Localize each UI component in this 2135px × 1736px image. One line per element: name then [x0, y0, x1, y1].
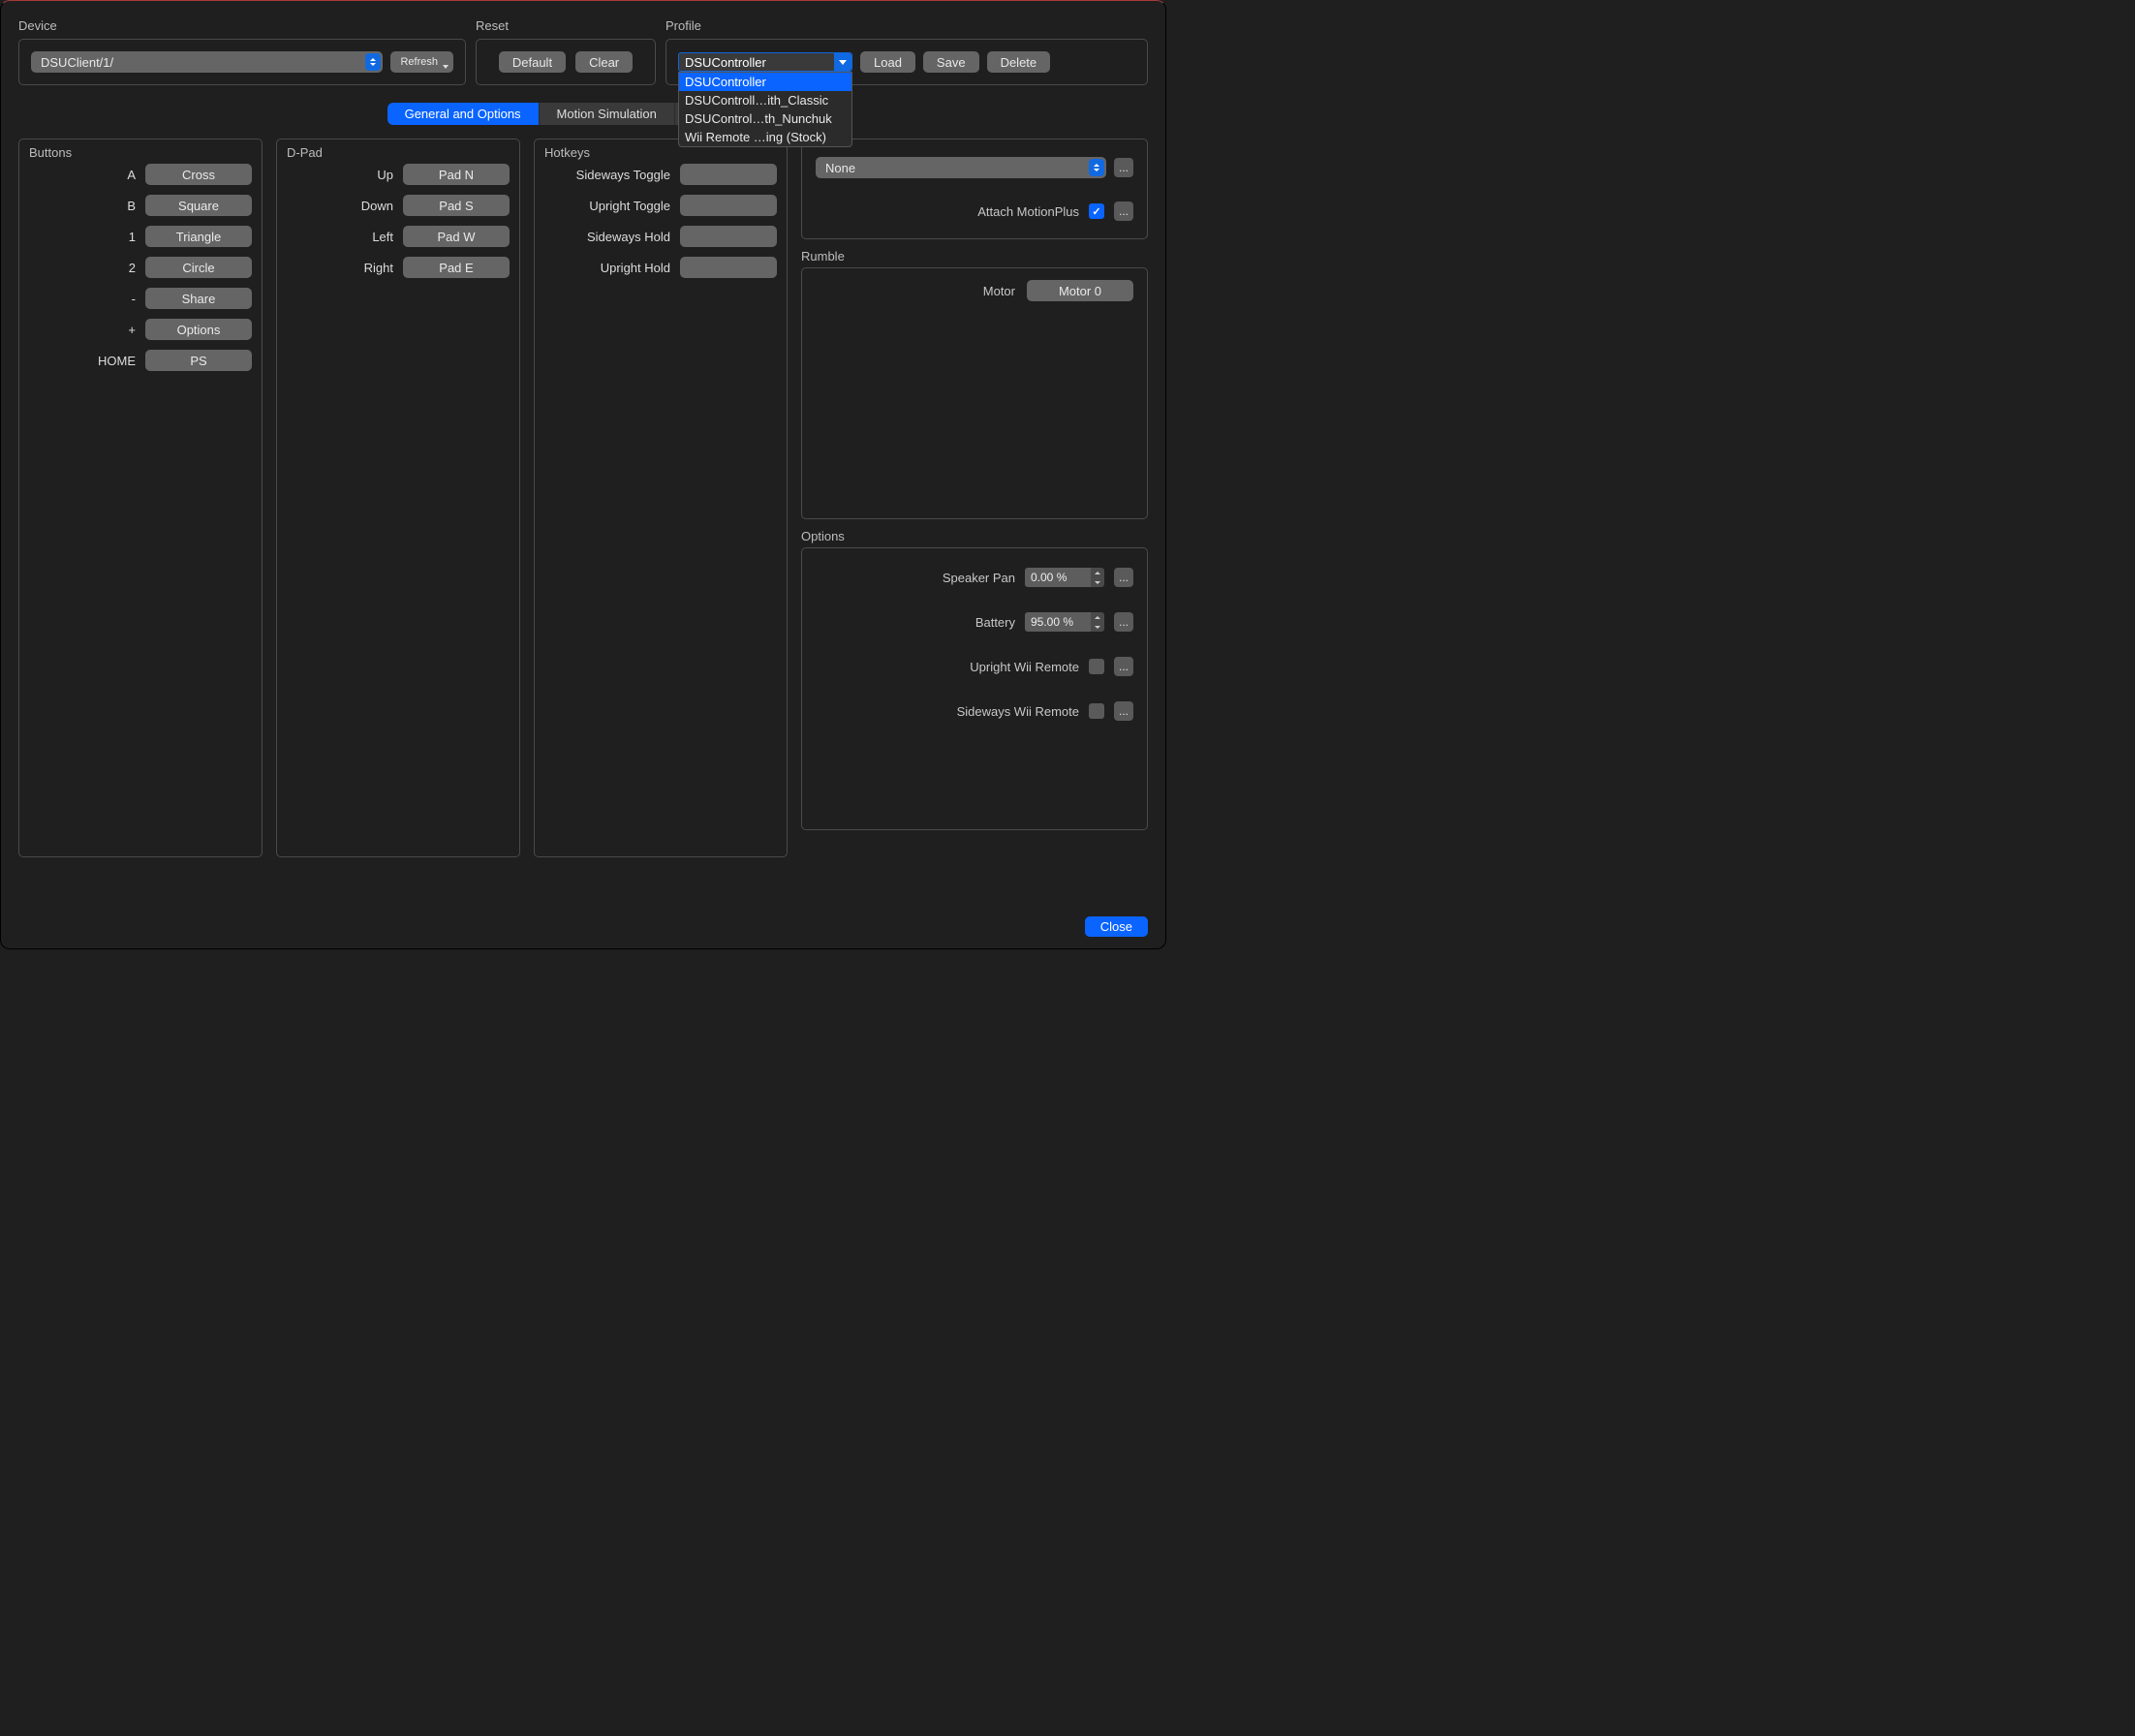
rumble-title: Rumble — [801, 249, 1148, 264]
btn-home-label: HOME — [98, 354, 136, 368]
btn-2-map[interactable]: Circle — [145, 257, 252, 278]
attach-motionplus-label: Attach MotionPlus — [977, 204, 1079, 219]
hk-upright-toggle-map[interactable] — [680, 195, 777, 216]
device-select[interactable]: DSUClient/1/ — [31, 51, 383, 73]
btn-plus-label: + — [128, 323, 136, 337]
device-label: Device — [18, 18, 466, 33]
dpad-down-map[interactable]: Pad S — [403, 195, 510, 216]
device-select-value: DSUClient/1/ — [41, 55, 113, 70]
dpad-title: D-Pad — [287, 145, 510, 160]
hk-sideways-toggle-map[interactable] — [680, 164, 777, 185]
hk-upright-toggle-label: Upright Toggle — [589, 199, 670, 213]
hk-sideways-hold-map[interactable] — [680, 226, 777, 247]
hk-sideways-hold-label: Sideways Hold — [587, 230, 670, 244]
extension-select[interactable]: None — [816, 157, 1106, 178]
chevron-icon — [365, 53, 381, 71]
motor-label: Motor — [983, 284, 1015, 298]
options-title: Options — [801, 529, 1148, 543]
hotkeys-title: Hotkeys — [544, 145, 777, 160]
save-button[interactable]: Save — [923, 51, 979, 73]
btn-b-label: B — [127, 199, 136, 213]
sideways-wii-checkbox[interactable] — [1089, 703, 1104, 719]
tab-motion-sim[interactable]: Motion Simulation — [540, 103, 675, 125]
dpad-right-map[interactable]: Pad E — [403, 257, 510, 278]
default-button[interactable]: Default — [499, 51, 566, 73]
btn-1-map[interactable]: Triangle — [145, 226, 252, 247]
btn-2-label: 2 — [129, 261, 136, 275]
extension-more-button[interactable]: ... — [1114, 158, 1133, 177]
speaker-pan-spinner[interactable] — [1025, 568, 1104, 587]
hk-upright-hold-map[interactable] — [680, 257, 777, 278]
speaker-pan-input[interactable] — [1025, 568, 1091, 587]
dpad-down-label: Down — [361, 199, 393, 213]
btn-minus-label: - — [132, 292, 136, 306]
dpad-left-label: Left — [372, 230, 393, 244]
motor-map[interactable]: Motor 0 — [1027, 280, 1133, 301]
profile-combobox[interactable]: DSUController — [678, 52, 852, 72]
profile-label: Profile — [665, 18, 1148, 33]
btn-b-map[interactable]: Square — [145, 195, 252, 216]
btn-1-label: 1 — [129, 230, 136, 244]
profile-dropdown: DSUController DSUControll…ith_Classic DS… — [678, 72, 852, 147]
btn-a-label: A — [127, 168, 136, 182]
clear-button[interactable]: Clear — [575, 51, 633, 73]
chevron-down-icon — [834, 53, 851, 71]
upright-wii-more-button[interactable]: ... — [1114, 657, 1133, 676]
hk-sideways-toggle-label: Sideways Toggle — [576, 168, 670, 182]
delete-button[interactable]: Delete — [987, 51, 1051, 73]
upright-wii-checkbox[interactable] — [1089, 659, 1104, 674]
btn-a-map[interactable]: Cross — [145, 164, 252, 185]
buttons-title: Buttons — [29, 145, 252, 160]
reset-label: Reset — [476, 18, 656, 33]
dpad-up-map[interactable]: Pad N — [403, 164, 510, 185]
battery-more-button[interactable]: ... — [1114, 612, 1133, 632]
dpad-left-map[interactable]: Pad W — [403, 226, 510, 247]
stepper-icon[interactable] — [1091, 612, 1104, 632]
attach-motionplus-more-button[interactable]: ... — [1114, 202, 1133, 221]
dpad-up-label: Up — [377, 168, 393, 182]
chevron-icon — [1089, 159, 1104, 176]
speaker-pan-label: Speaker Pan — [943, 571, 1015, 585]
profile-combo-value: DSUController — [685, 55, 766, 70]
btn-plus-map[interactable]: Options — [145, 319, 252, 340]
dpad-right-label: Right — [364, 261, 393, 275]
load-button[interactable]: Load — [860, 51, 915, 73]
speaker-pan-more-button[interactable]: ... — [1114, 568, 1133, 587]
battery-spinner[interactable] — [1025, 612, 1104, 632]
hk-upright-hold-label: Upright Hold — [601, 261, 670, 275]
extension-select-value: None — [825, 161, 855, 175]
sideways-wii-more-button[interactable]: ... — [1114, 701, 1133, 721]
close-button[interactable]: Close — [1085, 916, 1148, 937]
battery-input[interactable] — [1025, 612, 1091, 632]
profile-option-2[interactable]: DSUControl…th_Nunchuk — [679, 109, 851, 128]
profile-option-1[interactable]: DSUControll…ith_Classic — [679, 91, 851, 109]
tab-general[interactable]: General and Options — [387, 103, 540, 125]
stepper-icon[interactable] — [1091, 568, 1104, 587]
upright-wii-label: Upright Wii Remote — [970, 660, 1079, 674]
profile-option-3[interactable]: Wii Remote …ing (Stock) — [679, 128, 851, 146]
refresh-button[interactable]: Refresh — [390, 51, 453, 73]
btn-home-map[interactable]: PS — [145, 350, 252, 371]
battery-label: Battery — [975, 615, 1015, 630]
profile-option-0[interactable]: DSUController — [679, 73, 851, 91]
attach-motionplus-checkbox[interactable] — [1089, 203, 1104, 219]
btn-minus-map[interactable]: Share — [145, 288, 252, 309]
sideways-wii-label: Sideways Wii Remote — [957, 704, 1079, 719]
